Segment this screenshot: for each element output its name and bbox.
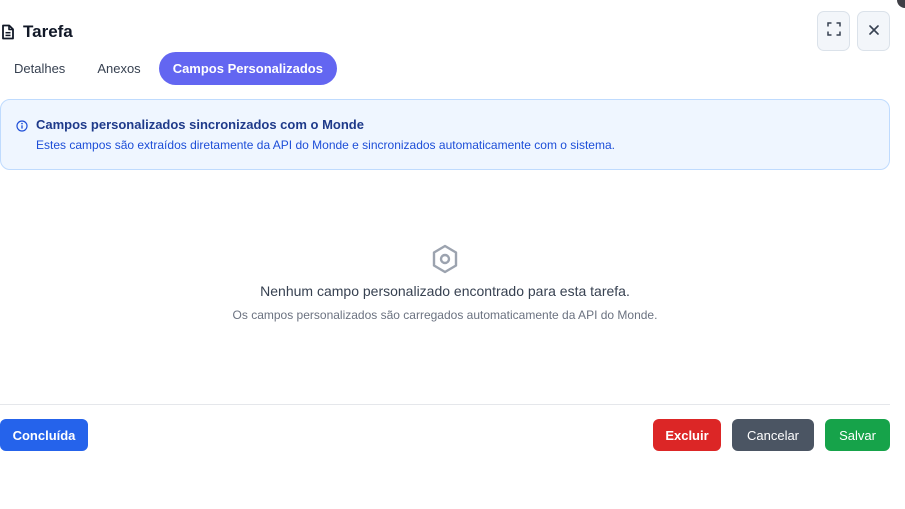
dialog-header: Tarefa (0, 11, 890, 52)
tab-anexos[interactable]: Anexos (83, 52, 154, 85)
excluir-button[interactable]: Excluir (653, 419, 721, 451)
nut-icon (0, 244, 890, 274)
info-icon (16, 119, 28, 137)
dialog-title-text: Tarefa (23, 22, 73, 41)
cancelar-button[interactable]: Cancelar (732, 419, 814, 451)
window-corner (897, 0, 905, 8)
tab-bar: Detalhes Anexos Campos Personalizados (0, 52, 337, 85)
close-icon (868, 22, 879, 40)
empty-state: Nenhum campo personalizado encontrado pa… (0, 244, 890, 322)
info-banner-text: Estes campos são extraídos diretamente d… (36, 138, 615, 152)
tab-detalhes[interactable]: Detalhes (0, 52, 79, 85)
salvar-button[interactable]: Salvar (825, 419, 890, 451)
empty-state-title: Nenhum campo personalizado encontrado pa… (260, 283, 630, 299)
expand-button[interactable] (817, 11, 850, 51)
footer-divider (0, 404, 890, 405)
document-icon (0, 24, 16, 40)
dialog-title: Tarefa (0, 22, 73, 42)
tab-campos-personalizados[interactable]: Campos Personalizados (158, 52, 337, 85)
empty-state-subtitle: Os campos personalizados são carregados … (232, 308, 658, 322)
info-banner: Campos personalizados sincronizados com … (0, 99, 890, 170)
close-button[interactable] (857, 11, 890, 51)
concluida-button[interactable]: Concluída (0, 419, 88, 451)
info-banner-title: Campos personalizados sincronizados com … (36, 117, 364, 132)
expand-icon (826, 21, 841, 41)
